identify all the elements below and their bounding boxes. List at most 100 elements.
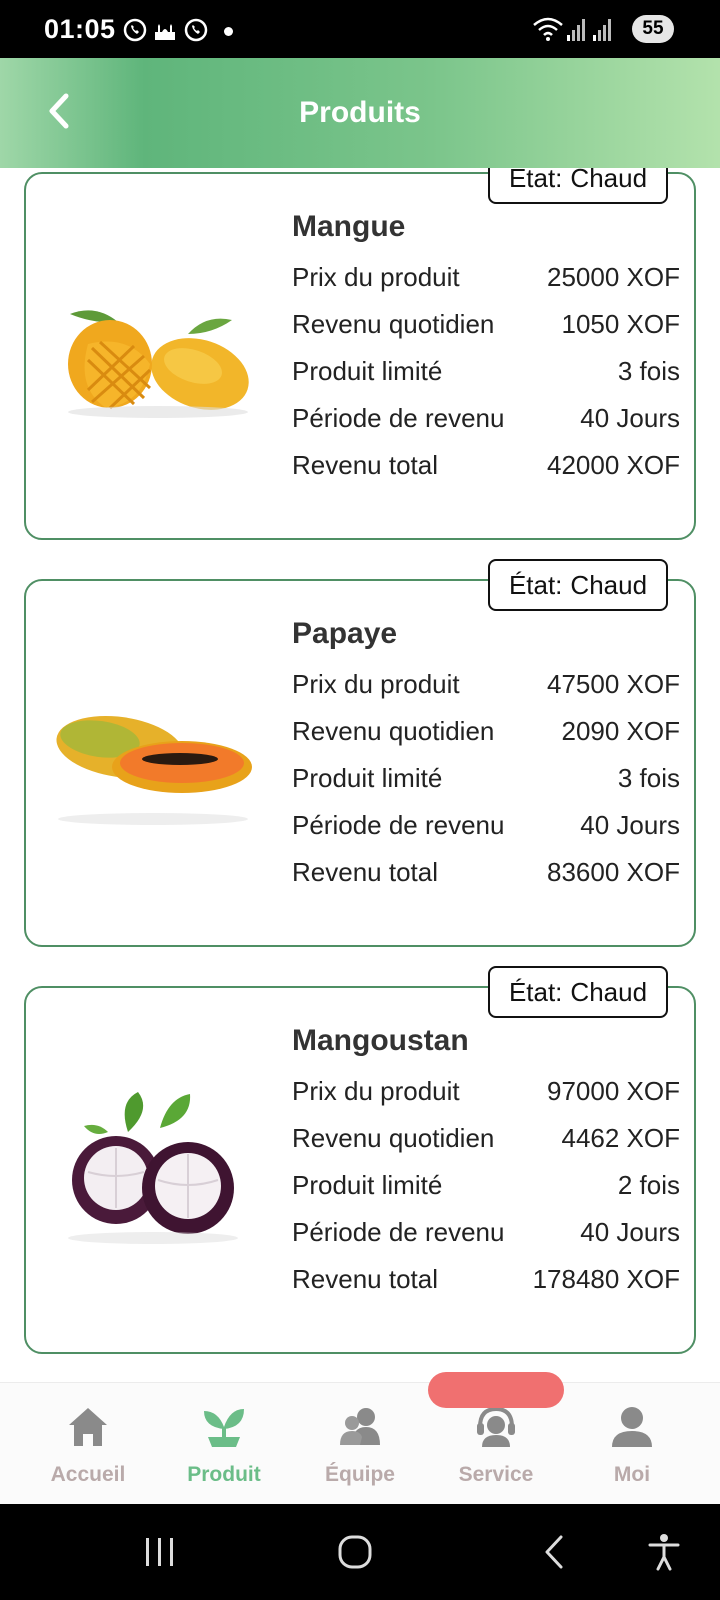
detail-label: Produit limité (292, 1170, 443, 1200)
home-circle-icon[interactable] (335, 1532, 375, 1572)
state-value: Chaud (570, 168, 648, 193)
product-list[interactable]: État: Chaud Mangue Prix du produit 25000… (0, 168, 720, 1382)
detail-value: 3 fois (617, 763, 680, 793)
detail-row-limit: Produit limité 3 fois (292, 755, 680, 802)
sprout-icon (204, 1409, 244, 1447)
detail-label: Revenu total (292, 450, 438, 480)
signal-icon (567, 19, 585, 41)
wifi-icon (533, 17, 563, 41)
detail-row-daily-income: Revenu quotidien 2090 XOF (292, 708, 680, 755)
detail-value: 40 Jours (580, 810, 680, 840)
viber-icon (184, 18, 208, 42)
viber-icon (123, 18, 147, 42)
nav-label: Service (458, 1463, 534, 1486)
detail-row-period: Période de revenu 40 Jours (292, 1209, 680, 1256)
nav-label: Moi (613, 1463, 651, 1486)
detail-value: 3 fois (617, 356, 680, 386)
detail-value: 2090 XOF (561, 716, 680, 746)
detail-label: Revenu total (292, 857, 438, 887)
state-tag: État: Chaud (488, 559, 668, 611)
detail-row-total: Revenu total 42000 XOF (292, 442, 680, 489)
detail-row-limit: Produit limité 2 fois (292, 1162, 680, 1209)
detail-value: 40 Jours (580, 403, 680, 433)
nav-label: Produit (187, 1463, 261, 1486)
user-icon (612, 1407, 652, 1447)
headset-icon (477, 1406, 515, 1447)
product-name: Papaye (292, 617, 398, 650)
status-time: 01:05 (44, 14, 116, 44)
detail-value: 47500 XOF (547, 669, 680, 699)
product-details: Prix du produit 25000 XOF Revenu quotidi… (292, 254, 680, 489)
detail-value: 2 fois (617, 1170, 680, 1200)
service-floating-button[interactable] (428, 1372, 564, 1408)
detail-value: 4462 XOF (561, 1123, 680, 1153)
state-value: Chaud (570, 976, 648, 1007)
detail-row-limit: Produit limité 3 fois (292, 348, 680, 395)
page-title: Produits (299, 96, 421, 129)
detail-value: 40 Jours (580, 1217, 680, 1247)
detail-label: Revenu total (292, 1264, 438, 1294)
detail-label: Produit limité (292, 356, 443, 386)
product-name: Mangoustan (292, 1024, 469, 1057)
detail-row-total: Revenu total 178480 XOF (292, 1256, 680, 1303)
state-value: Chaud (570, 569, 648, 600)
detail-row-price: Prix du produit 47500 XOF (292, 661, 680, 708)
app-header: Produits (0, 58, 720, 168)
product-details: Prix du produit 47500 XOF Revenu quotidi… (292, 661, 680, 896)
signal-icon (593, 19, 611, 41)
detail-label: Période de revenu (292, 810, 505, 840)
team-icon (340, 1408, 380, 1445)
detail-label: Revenu quotidien (292, 716, 495, 746)
system-nav-bar (0, 1504, 720, 1600)
more-notifications-dot (224, 27, 233, 36)
detail-value: 1050 XOF (561, 309, 680, 339)
state-tag: État: Chaud (488, 168, 668, 204)
product-card[interactable]: État: Chaud Mangoustan Prix du produit 9… (24, 966, 696, 1354)
detail-row-total: Revenu total 83600 XOF (292, 849, 680, 896)
detail-label: Prix du produit (292, 1076, 460, 1106)
detail-value: 97000 XOF (547, 1076, 680, 1106)
nav-label: Équipe (324, 1463, 395, 1486)
nav-label: Accueil (50, 1463, 126, 1486)
detail-label: Revenu quotidien (292, 309, 495, 339)
accessibility-icon[interactable] (644, 1532, 684, 1572)
detail-value: 25000 XOF (547, 262, 680, 292)
detail-value: 178480 XOF (532, 1264, 680, 1294)
detail-label: Produit limité (292, 763, 443, 793)
battery-indicator: 55 (632, 15, 674, 43)
product-card[interactable]: État: Chaud Papaye Prix du produit 47500… (24, 559, 696, 947)
product-name: Mangue (292, 210, 406, 243)
product-card[interactable]: État: Chaud Mangue Prix du produit 25000… (24, 168, 696, 540)
nav-item-moi[interactable]: Moi (564, 1383, 700, 1505)
state-label: État: (508, 976, 563, 1007)
detail-row-price: Prix du produit 25000 XOF (292, 254, 680, 301)
mangosteen-image (68, 1092, 238, 1244)
detail-label: Période de revenu (292, 1217, 505, 1247)
home-icon (69, 1408, 107, 1446)
nav-item-equipe[interactable]: Équipe (292, 1383, 428, 1505)
detail-value: 83600 XOF (547, 857, 680, 887)
detail-row-period: Période de revenu 40 Jours (292, 395, 680, 442)
detail-label: Revenu quotidien (292, 1123, 495, 1153)
state-tag: État: Chaud (488, 966, 668, 1018)
state-label: État: (508, 168, 563, 193)
detail-row-period: Période de revenu 40 Jours (292, 802, 680, 849)
detail-label: Période de revenu (292, 403, 505, 433)
state-label: État: (508, 569, 563, 600)
back-icon[interactable] (535, 1532, 575, 1572)
detail-value: 42000 XOF (547, 450, 680, 480)
detail-row-price: Prix du produit 97000 XOF (292, 1068, 680, 1115)
product-details: Prix du produit 97000 XOF Revenu quotidi… (292, 1068, 680, 1303)
detail-label: Prix du produit (292, 669, 460, 699)
nav-item-accueil[interactable]: Accueil (20, 1383, 156, 1505)
recents-icon[interactable] (140, 1532, 180, 1572)
detail-row-daily-income: Revenu quotidien 1050 XOF (292, 301, 680, 348)
detail-row-daily-income: Revenu quotidien 4462 XOF (292, 1115, 680, 1162)
mango-image (68, 310, 249, 418)
bottom-nav: Accueil Produit Équipe Service Moi (0, 1382, 720, 1504)
status-bar: 01:05 55 (0, 0, 720, 58)
detail-label: Prix du produit (292, 262, 460, 292)
papaya-image (56, 715, 252, 825)
mosque-icon (155, 24, 175, 40)
nav-item-produit[interactable]: Produit (156, 1383, 292, 1505)
